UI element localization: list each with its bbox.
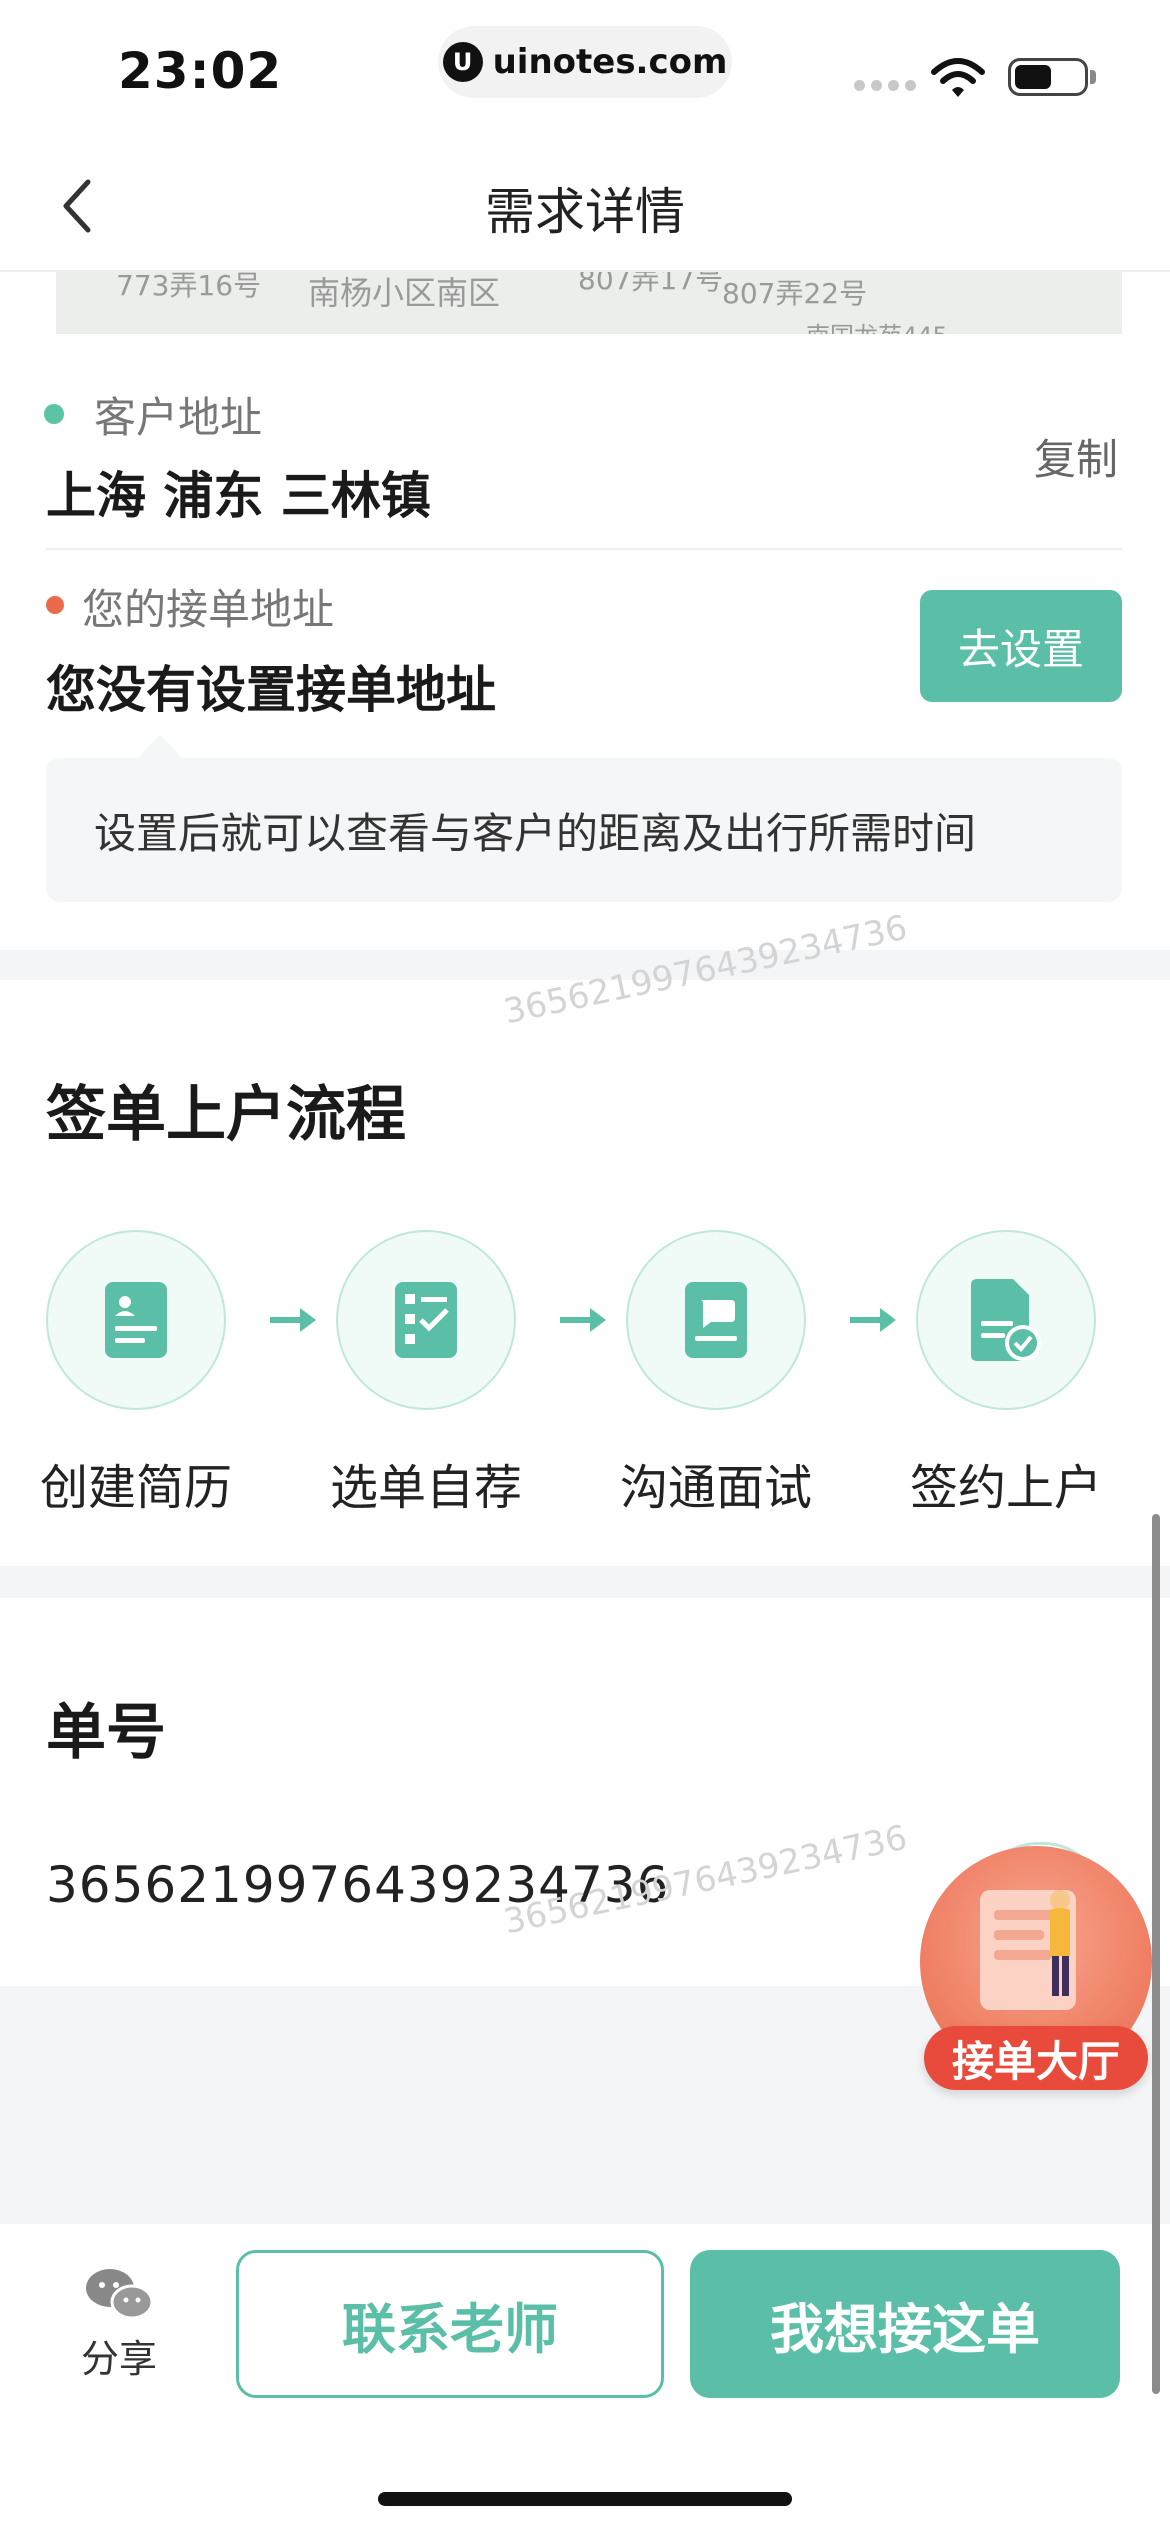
step-select-order — [336, 1230, 516, 1410]
site-logo-icon: U — [442, 42, 483, 82]
distance-tip: 设置后就可以查看与客户的距离及出行所需时间 — [46, 758, 1122, 902]
process-title: 签单上户流程 — [46, 1080, 406, 1150]
accept-order-button[interactable]: 我想接这单 — [690, 2250, 1120, 2398]
step-interview — [626, 1230, 806, 1410]
order-address-value: 您没有设置接单地址 — [46, 661, 496, 719]
customer-address-value: 上海 浦东 三林镇 — [46, 467, 431, 525]
map-label: 773弄16号 — [116, 272, 262, 302]
arrow-right-icon — [560, 1308, 606, 1332]
step-label: 签约上户 — [909, 1460, 1102, 1516]
step-label: 创建简历 — [39, 1460, 232, 1516]
distance-tip-text: 设置后就可以查看与客户的距离及出行所需时间 — [94, 808, 977, 858]
resume-icon — [105, 1282, 167, 1358]
map-label: 807弄17号 — [578, 272, 724, 296]
customer-address-dot — [44, 404, 64, 424]
map-label: 南杨小区南区 — [308, 274, 501, 312]
step-label: 选单自荐 — [329, 1460, 522, 1516]
contact-teacher-button[interactable]: 联系老师 — [236, 2250, 664, 2398]
share-button[interactable]: 分享 — [74, 2266, 164, 2383]
step-sign-contract — [916, 1230, 1096, 1410]
page-title: 需求详情 — [485, 183, 685, 241]
wechat-icon — [86, 2269, 154, 2320]
arrow-right-icon — [270, 1308, 316, 1332]
go-settings-button[interactable]: 去设置 — [920, 590, 1122, 702]
contract-check-icon — [971, 1279, 1041, 1361]
tip-arrow — [138, 734, 182, 758]
order-address-label: 您的接单地址 — [82, 585, 335, 634]
map-view[interactable]: 773弄16号 南杨小区南区 807弄17号 807弄22号 南国龙苑445 — [56, 272, 1122, 334]
battery-tip — [1090, 70, 1096, 84]
checklist-icon — [395, 1282, 457, 1358]
order-hall-label: 接单大厅 — [924, 2026, 1148, 2090]
order-number-title: 单号 — [46, 1698, 166, 1768]
step-label: 沟通面试 — [619, 1460, 812, 1516]
url-text: uinotes.com — [492, 42, 728, 82]
order-address-dot — [46, 596, 64, 614]
address-divider — [46, 548, 1122, 550]
customer-address-label: 客户地址 — [94, 393, 263, 442]
scrollbar[interactable] — [1152, 1514, 1160, 2394]
map-label: 807弄22号 — [722, 277, 868, 310]
wifi-icon — [931, 58, 985, 97]
home-indicator[interactable] — [378, 2492, 792, 2506]
url-pill[interactable]: U uinotes.com — [438, 26, 732, 98]
share-label: 分享 — [80, 2337, 157, 2381]
map-label: 南国龙苑445 — [806, 316, 948, 334]
copy-button[interactable]: 复制 — [1034, 426, 1118, 487]
step-create-resume — [46, 1230, 226, 1410]
arrow-right-icon — [850, 1308, 896, 1332]
status-time: 23:02 — [118, 42, 283, 100]
order-hall-fab[interactable]: 接单大厅 — [918, 1842, 1156, 2090]
cellular-signal-icon — [854, 80, 916, 91]
chat-icon — [685, 1282, 747, 1358]
battery-icon — [1008, 58, 1088, 96]
section-gap — [0, 1566, 1170, 1598]
